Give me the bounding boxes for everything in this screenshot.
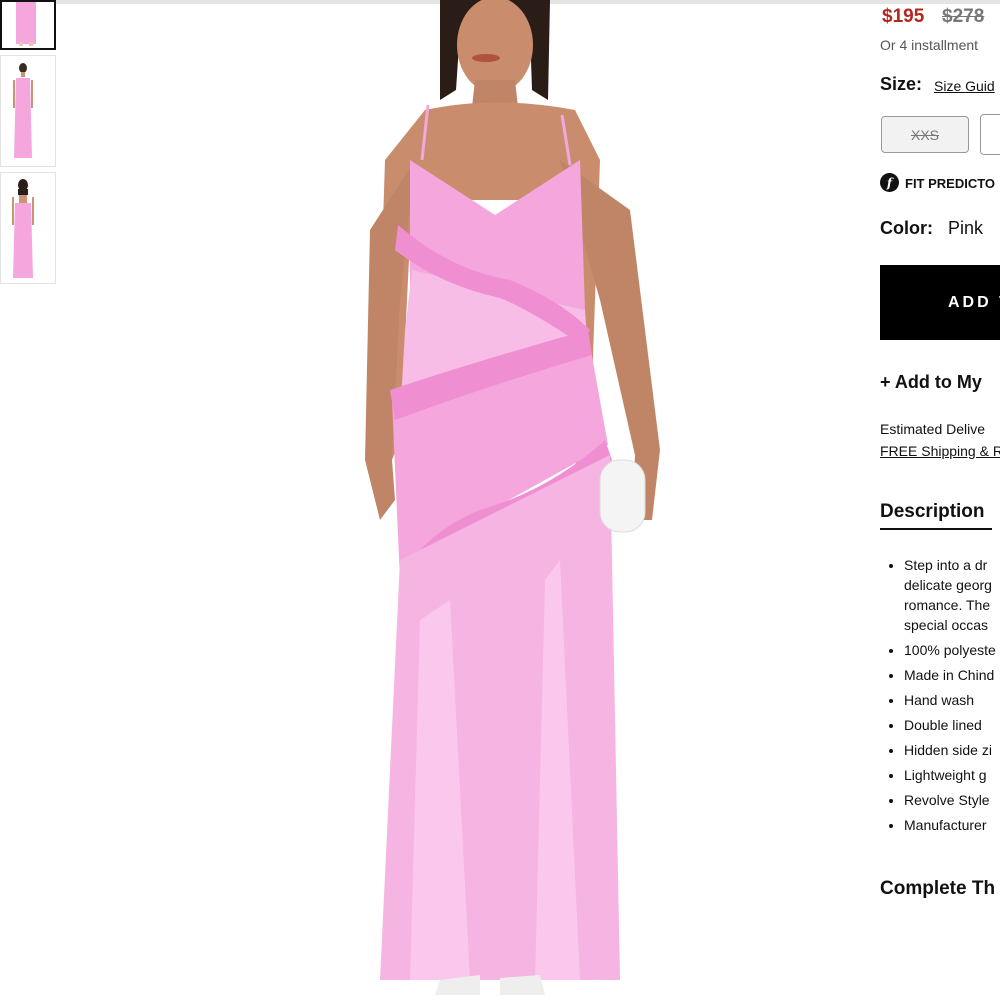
estimated-delivery-text: Estimated Delive xyxy=(880,421,986,437)
complete-the-look-heading: Complete Th xyxy=(880,878,996,899)
fit-predictor-link[interactable]: FIT PREDICTO xyxy=(905,176,995,191)
add-to-bag-button[interactable]: ADD T xyxy=(880,265,1000,340)
product-info-panel: $195 $278 Or 4 installment Size: Size Gu… xyxy=(880,0,1000,1000)
original-price: $278 xyxy=(942,6,985,27)
description-tab-underline xyxy=(880,528,992,530)
free-shipping-link[interactable]: FREE Shipping & R xyxy=(880,443,1000,459)
list-item: Revolve Style xyxy=(904,790,1000,810)
thumbnail-2[interactable] xyxy=(0,55,56,167)
fit-predictor-icon: f xyxy=(880,173,899,192)
list-item: Hidden side zi xyxy=(904,740,1000,760)
size-guide-link[interactable]: Size Guid xyxy=(934,78,995,94)
color-value: Pink xyxy=(948,218,984,238)
list-item: Step into a dr delicate georg romance. T… xyxy=(904,555,1000,635)
size-label: Size: xyxy=(880,74,923,94)
sale-price: $195 xyxy=(882,6,925,27)
add-to-wishlist-link[interactable]: + Add to My xyxy=(880,372,982,393)
list-item: Manufacturer xyxy=(904,815,1000,835)
list-item: 100% polyeste xyxy=(904,640,1000,660)
description-tab[interactable]: Description xyxy=(880,501,985,523)
list-item: Lightweight g xyxy=(904,765,1000,785)
list-item: Made in Chind xyxy=(904,665,1000,685)
list-item: Double lined xyxy=(904,715,1000,735)
thumbnail-3[interactable] xyxy=(0,172,56,284)
list-item: Hand wash xyxy=(904,690,1000,710)
color-label: Color: xyxy=(880,218,933,238)
size-option-next[interactable] xyxy=(980,114,1000,155)
size-option-xxs[interactable]: XXS xyxy=(881,116,969,153)
description-bullets: Step into a dr delicate georg romance. T… xyxy=(880,555,1000,835)
thumbnail-1[interactable] xyxy=(0,0,56,50)
installments-text: Or 4 installment xyxy=(880,37,979,53)
product-image xyxy=(300,0,770,1000)
